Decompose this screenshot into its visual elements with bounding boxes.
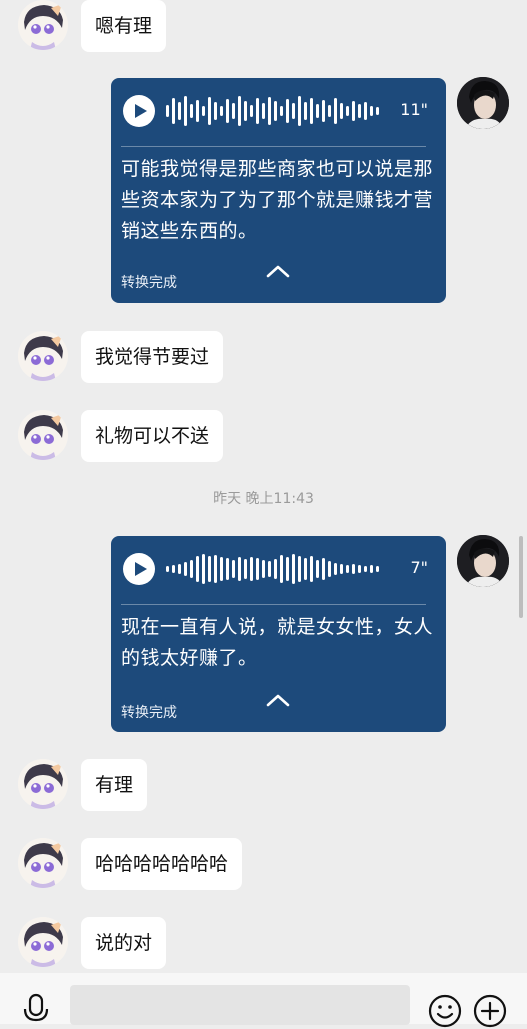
my-avatar[interactable]: [457, 77, 509, 129]
voice-transcript: 可能我觉得是那些商家也可以说是那些资本家为了为了那个就是赚钱才营销这些东西的。: [121, 158, 434, 242]
contact-avatar[interactable]: [18, 759, 68, 809]
voice-transcript: 现在一直有人说，就是女女性，女人的钱太好赚了。: [121, 616, 434, 669]
voice-message-bubble[interactable]: 7" 现在一直有人说，就是女女性，女人的钱太好赚了。 转换完成: [111, 536, 446, 732]
message-timestamp: 昨天 晚上11:43: [213, 491, 314, 507]
message-bubble[interactable]: 哈哈哈哈哈哈哈: [81, 838, 243, 890]
conversion-status: 转换完成: [121, 705, 177, 721]
contact-avatar[interactable]: [18, 917, 68, 967]
message-bubble[interactable]: 有理: [81, 759, 148, 811]
divider: [121, 604, 426, 605]
microphone-icon[interactable]: [20, 993, 52, 1025]
contact-avatar[interactable]: [18, 0, 68, 50]
input-bar: [0, 973, 527, 1028]
contact-avatar[interactable]: [18, 331, 68, 381]
contact-avatar[interactable]: [18, 838, 68, 888]
message-input[interactable]: [70, 985, 410, 1025]
message-bubble[interactable]: 说的对: [81, 917, 167, 969]
voice-duration: 7": [410, 558, 428, 577]
waveform: [166, 554, 379, 584]
play-icon[interactable]: [123, 95, 155, 127]
message-bubble[interactable]: 我觉得节要过: [81, 331, 224, 383]
scrollbar[interactable]: [519, 536, 523, 618]
chevron-up-icon[interactable]: [265, 692, 291, 708]
divider: [121, 146, 426, 147]
conversion-status: 转换完成: [121, 275, 177, 291]
contact-avatar[interactable]: [18, 410, 68, 460]
chevron-up-icon[interactable]: [265, 263, 291, 279]
message-bubble[interactable]: 嗯有理: [81, 0, 167, 52]
message-bubble[interactable]: 礼物可以不送: [81, 410, 224, 462]
voice-message-bubble[interactable]: 11" 可能我觉得是那些商家也可以说是那些资本家为了为了那个就是赚钱才营销这些东…: [111, 78, 446, 303]
my-avatar[interactable]: [457, 535, 509, 587]
voice-duration: 11": [400, 100, 428, 119]
waveform: [166, 96, 379, 126]
play-icon[interactable]: [123, 553, 155, 585]
